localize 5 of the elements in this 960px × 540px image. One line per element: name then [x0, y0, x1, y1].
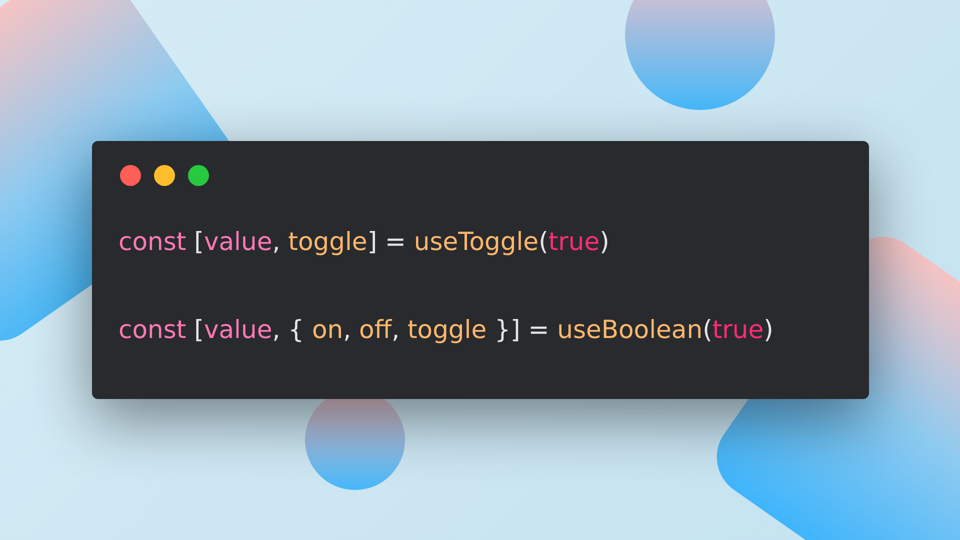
zoom-dot[interactable]	[188, 165, 208, 186]
code-line: const [value, { on, off, toggle }] = useBoolean(true)	[118, 314, 774, 346]
close-dot[interactable]	[120, 165, 140, 186]
code-line: const [value, toggle] = useToggle(true)	[118, 226, 610, 258]
minimize-dot[interactable]	[154, 165, 174, 186]
